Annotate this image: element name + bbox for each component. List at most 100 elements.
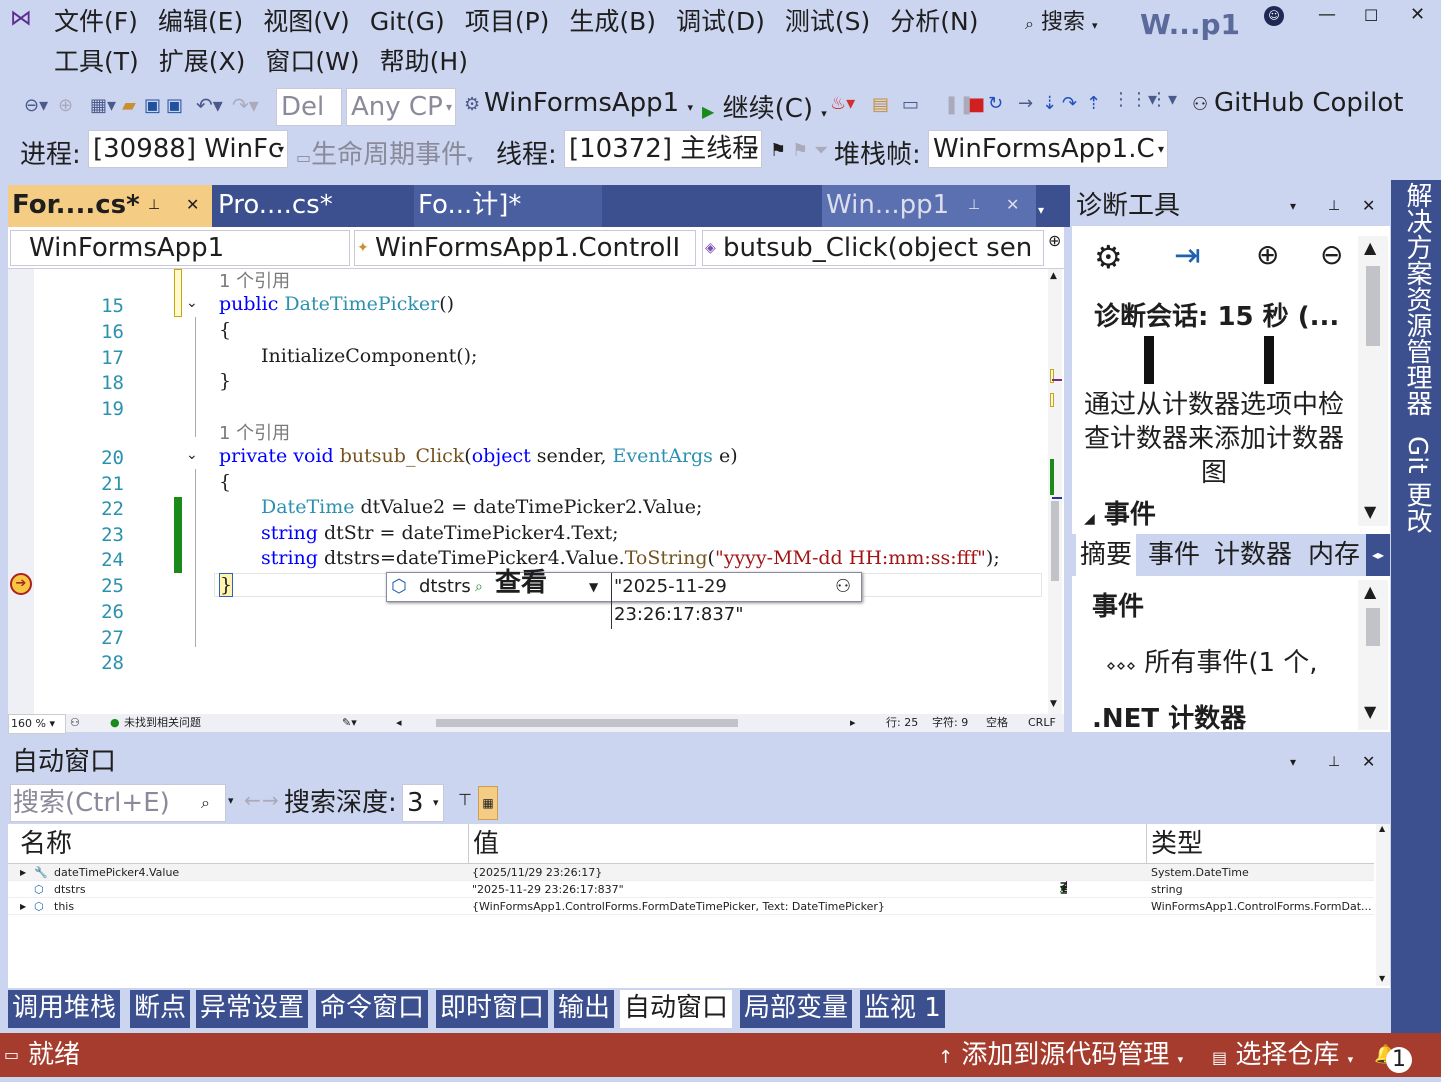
show-next-statement-icon[interactable]: → xyxy=(1018,93,1033,114)
menu-build[interactable]: 生成(B) xyxy=(559,2,666,42)
tab-call-stack[interactable]: 调用堆栈 xyxy=(8,990,121,1028)
row-view-button[interactable]: ⌕查看 ▾ xyxy=(1060,881,1067,898)
tab-form-cs[interactable]: For....cs* ⊥ ✕ xyxy=(8,185,212,227)
vertical-scrollbar[interactable]: ▲ ▼ xyxy=(1048,269,1062,714)
copilot-status-icon[interactable]: ⚇ xyxy=(70,714,80,732)
tab-summary[interactable]: 摘要 xyxy=(1076,534,1137,576)
tab-breakpoints[interactable]: 断点 xyxy=(130,990,191,1028)
table-row[interactable]: ▶ 🔧 dateTimePicker4.Value {2025/11/29 23… xyxy=(8,864,1374,881)
save-all-icon[interactable]: ▣ xyxy=(166,95,183,116)
menu-help[interactable]: 帮助(H) xyxy=(370,42,478,82)
tab-form-designer[interactable]: Fo...计]* xyxy=(414,185,602,227)
step-over-icon[interactable]: ↷ xyxy=(1062,93,1077,114)
tab-program-cs[interactable]: Pro....cs* xyxy=(214,185,412,227)
maximize-icon[interactable]: ☐ xyxy=(1364,6,1378,25)
menu-project[interactable]: 项目(P) xyxy=(455,2,560,42)
search-back-icon[interactable]: ← xyxy=(244,788,261,812)
autos-scrollbar[interactable]: ▲ ▼ xyxy=(1376,824,1390,986)
flag-all-icon[interactable]: ⚑ xyxy=(792,140,808,161)
menu-window[interactable]: 窗口(W) xyxy=(255,42,369,82)
account-icon[interactable]: ☺ xyxy=(1264,6,1284,26)
lifecycle-events-button[interactable]: ▭生命周期事件▾ xyxy=(296,134,473,171)
platform-combo[interactable]: Any CP ▾ xyxy=(346,88,456,126)
redo-icon[interactable]: ↷▾ xyxy=(232,93,259,117)
split-icon[interactable]: ⊕ xyxy=(1048,231,1061,250)
column-header-value[interactable]: 值 xyxy=(468,824,499,864)
codelens-references[interactable]: 1 个引用 xyxy=(219,267,290,293)
solution-explorer-tab[interactable]: 解决方案资源管理器 xyxy=(1399,182,1436,416)
collapse-icon[interactable]: ⌄ xyxy=(186,295,198,311)
zoom-combo[interactable]: 160 % ▾ xyxy=(8,714,66,734)
all-events-row[interactable]: ⋄⋄⋄ 所有事件(1 个, xyxy=(1106,642,1352,679)
browser-link-icon[interactable]: ▤ xyxy=(872,94,889,115)
global-search[interactable]: ⌕ 搜索 ▾ xyxy=(1025,4,1098,36)
notification-badge[interactable]: 1 xyxy=(1386,1047,1412,1073)
tab-events[interactable]: 事件 xyxy=(1148,534,1200,576)
settings-icon[interactable]: ⚙ xyxy=(1094,238,1123,276)
forward-icon[interactable]: ⊕ xyxy=(58,95,73,116)
close-tab-icon[interactable]: ✕ xyxy=(186,185,199,225)
menu-view[interactable]: 视图(V) xyxy=(253,2,360,42)
flag-icon[interactable]: ⚑ xyxy=(770,140,786,161)
menu-git[interactable]: Git(G) xyxy=(360,2,455,42)
expand-icon[interactable]: ▶ xyxy=(20,864,26,881)
zoom-in-icon[interactable]: ⊕ xyxy=(1256,238,1279,271)
eol-indicator[interactable]: CRLF xyxy=(1028,714,1056,732)
add-to-source-control-button[interactable]: ↑ 添加到源代码管理 ▾ xyxy=(938,1033,1183,1082)
tab-watch-1[interactable]: 监视 1 xyxy=(860,990,945,1028)
tab-overflow-icon[interactable]: ▾ xyxy=(1038,203,1044,217)
line-indicator[interactable]: 行: 25 xyxy=(886,714,918,732)
pin-icon[interactable]: ⊥ xyxy=(1328,742,1340,782)
menu-analyze[interactable]: 分析(N) xyxy=(880,2,988,42)
search-depth-combo[interactable]: 3 ▾ xyxy=(402,784,444,822)
menu-file[interactable]: 文件(F) xyxy=(44,2,148,42)
tab-exception-settings[interactable]: 异常设置 xyxy=(196,990,309,1028)
datatip[interactable]: ⬡ dtstrs ⌕ 查看 ▼ "2025-11-29 23:26:17:837… xyxy=(386,569,862,629)
tab-project[interactable]: Win...pp1 ⊥ ✕ xyxy=(822,185,1036,227)
brush-icon[interactable]: ✎▾ xyxy=(342,714,357,732)
text-visualizer-icon[interactable]: ⌕ xyxy=(475,573,483,601)
pin-icon[interactable]: ⊥ xyxy=(1328,186,1340,226)
hscroll-left-icon[interactable]: ◂ xyxy=(396,714,402,732)
menu-edit[interactable]: 编辑(E) xyxy=(148,2,253,42)
menu-tools[interactable]: 工具(T) xyxy=(44,42,149,82)
menu-extensions[interactable]: 扩展(X) xyxy=(149,42,256,82)
events-section-header[interactable]: ◢ 事件 xyxy=(1084,494,1156,531)
pin-icon[interactable]: ⊥ xyxy=(968,185,980,225)
startup-project[interactable]: WinFormsApp1 ▾ xyxy=(484,88,693,118)
zoom-out-icon[interactable]: ⊖ xyxy=(1320,238,1343,271)
tab-immediate-window[interactable]: 即时窗口 xyxy=(436,990,549,1028)
close-window-icon[interactable]: ✕ xyxy=(1410,4,1425,25)
collapse-icon[interactable]: ⌄ xyxy=(186,447,198,463)
search-forward-icon[interactable]: → xyxy=(262,788,279,812)
menu-debug[interactable]: 调试(D) xyxy=(666,2,775,42)
process-combo[interactable]: [30988] WinFc ▾ xyxy=(88,130,288,168)
search-options-icon[interactable]: ▾ xyxy=(228,794,234,807)
minimize-icon[interactable]: — xyxy=(1318,4,1336,25)
pin-icon[interactable]: ⊥ xyxy=(148,185,160,225)
tab-output[interactable]: 输出 xyxy=(554,990,615,1028)
open-icon[interactable]: ▰ xyxy=(122,95,136,116)
char-indicator[interactable]: 字符: 9 xyxy=(932,714,968,732)
tab-command-window[interactable]: 命令窗口 xyxy=(316,990,429,1028)
github-copilot-button[interactable]: GitHub Copilot xyxy=(1214,88,1403,118)
table-row[interactable]: ⬡ dtstrs "2025-11-29 23:26:17:837" ⌕查看 ▾… xyxy=(8,881,1374,898)
hot-reload-icon[interactable]: ♨▾ xyxy=(830,93,855,114)
new-project-icon[interactable]: ▦▾ xyxy=(90,95,116,116)
code-editor[interactable]: WinFormsApp1 ✦ WinFormsApp1.ControlI ◈ but… xyxy=(8,227,1064,734)
horizontal-scrollbar[interactable] xyxy=(436,719,738,727)
continue-button[interactable]: ▶ 继续(C) ▾ xyxy=(702,88,827,125)
select-repository-button[interactable]: ▤ 选择仓库 ▾ xyxy=(1212,1033,1353,1082)
column-header-name[interactable]: 名称 xyxy=(20,824,72,864)
pin-column-icon[interactable]: ⊤ xyxy=(458,790,472,809)
tab-overflow-icon[interactable]: ◂▸ xyxy=(1366,534,1390,576)
diag-scrollbar[interactable]: ▲ ▼ xyxy=(1358,236,1388,526)
dropdown-icon[interactable]: ▾ xyxy=(1290,186,1296,226)
close-icon[interactable]: ✕ xyxy=(1362,186,1375,226)
project-nav-combo[interactable]: WinFormsApp1 xyxy=(10,230,350,266)
dropdown-icon[interactable]: ▾ xyxy=(1290,742,1296,782)
codelens-references[interactable]: 1 个引用 xyxy=(219,419,290,445)
configuration-combo[interactable]: Del xyxy=(276,88,342,126)
tab-autos[interactable]: 自动窗口 xyxy=(620,990,733,1028)
class-nav-combo[interactable]: ✦ WinFormsApp1.ControlI xyxy=(354,230,696,266)
